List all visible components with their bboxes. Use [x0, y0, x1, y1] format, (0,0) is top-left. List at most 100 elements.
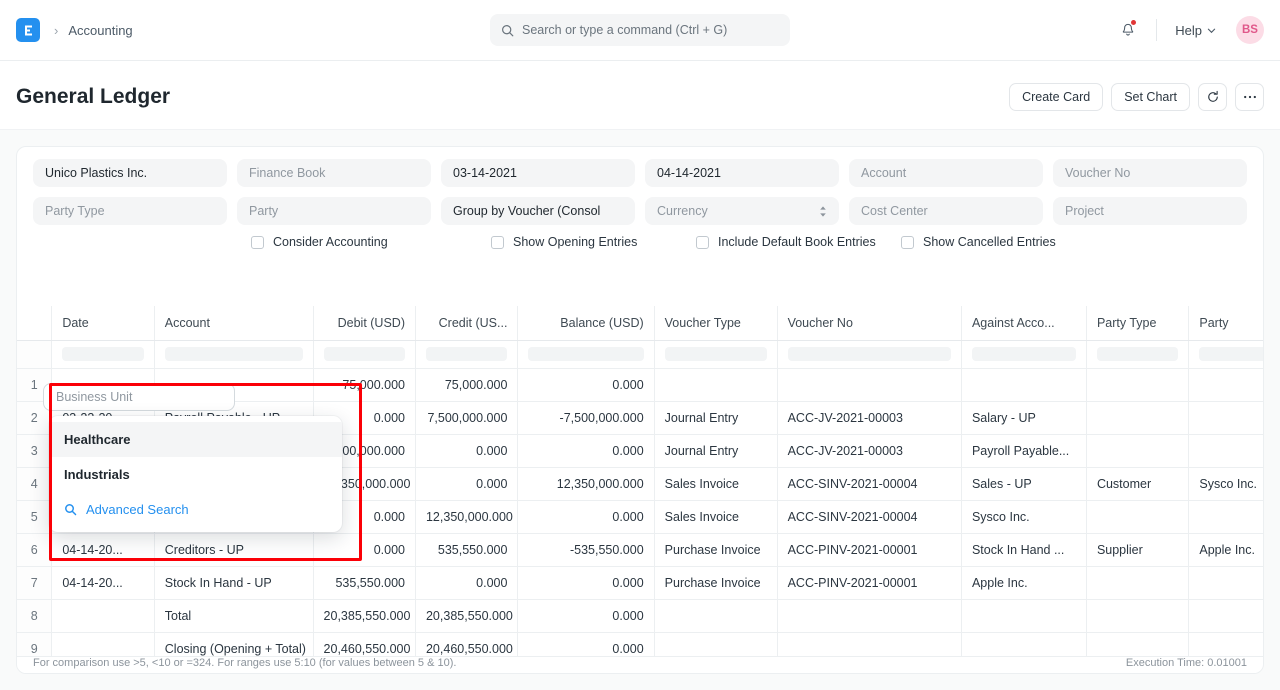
cell-party[interactable]: [1189, 566, 1263, 599]
cell-debit[interactable]: 20,385,550.000: [313, 599, 415, 632]
filter-project[interactable]: Project: [1053, 197, 1247, 225]
cell-voucher-type[interactable]: Purchase Invoice: [654, 566, 777, 599]
cell-balance[interactable]: 0.000: [518, 500, 654, 533]
cell-credit[interactable]: 7,500,000.000: [415, 401, 517, 434]
header-date[interactable]: Date: [52, 306, 154, 340]
cell-voucher-type[interactable]: Journal Entry: [654, 401, 777, 434]
spinner-icon[interactable]: [819, 205, 827, 218]
cell-party-type[interactable]: [1086, 401, 1188, 434]
cell-voucher-no[interactable]: ACC-PINV-2021-00001: [777, 533, 961, 566]
cell-credit[interactable]: 75,000.000: [415, 368, 517, 401]
filter-account[interactable]: Account: [849, 159, 1043, 187]
header-credit[interactable]: Credit (US...: [415, 306, 517, 340]
cell-balance[interactable]: 0.000: [518, 599, 654, 632]
filter-cell-voucher-type[interactable]: [654, 340, 777, 368]
business-unit-input[interactable]: [43, 383, 235, 411]
checkbox-show-cancelled-entries[interactable]: Show Cancelled Entries: [901, 235, 1106, 249]
filter-company[interactable]: Unico Plastics Inc.: [33, 159, 227, 187]
header-party[interactable]: Party: [1189, 306, 1263, 340]
cell-voucher-no[interactable]: ACC-SINV-2021-00004: [777, 467, 961, 500]
cell-credit[interactable]: 20,385,550.000: [415, 599, 517, 632]
header-party-type[interactable]: Party Type: [1086, 306, 1188, 340]
cell-against-account[interactable]: [961, 368, 1086, 401]
checkbox-include-default-book-entries[interactable]: Include Default Book Entries: [696, 235, 901, 249]
cell-balance[interactable]: 0.000: [518, 566, 654, 599]
set-chart-button[interactable]: Set Chart: [1111, 83, 1190, 111]
cell-party[interactable]: Sysco Inc.: [1189, 467, 1263, 500]
table-row[interactable]: 8Total20,385,550.00020,385,550.0000.000: [17, 599, 1263, 632]
cell-voucher-type[interactable]: Purchase Invoice: [654, 533, 777, 566]
header-voucher-no[interactable]: Voucher No: [777, 306, 961, 340]
cell-voucher-no[interactable]: ACC-JV-2021-00003: [777, 401, 961, 434]
cell-against-account[interactable]: Salary - UP: [961, 401, 1086, 434]
cell-credit[interactable]: 0.000: [415, 467, 517, 500]
cell-credit[interactable]: 535,550.000: [415, 533, 517, 566]
cell-voucher-no[interactable]: [777, 599, 961, 632]
create-card-button[interactable]: Create Card: [1009, 83, 1103, 111]
cell-voucher-no[interactable]: [777, 368, 961, 401]
filter-voucher-no[interactable]: Voucher No: [1053, 159, 1247, 187]
filter-finance-book[interactable]: Finance Book: [237, 159, 431, 187]
table-row[interactable]: 604-14-20...Creditors - UP0.000535,550.0…: [17, 533, 1263, 566]
cell-party-type[interactable]: [1086, 500, 1188, 533]
header-balance[interactable]: Balance (USD): [518, 306, 654, 340]
cell-voucher-type[interactable]: Journal Entry: [654, 434, 777, 467]
cell-date[interactable]: 04-14-20...: [52, 533, 154, 566]
cell-voucher-no[interactable]: ACC-SINV-2021-00004: [777, 500, 961, 533]
filter-cell-date[interactable]: [52, 340, 154, 368]
cell-voucher-type[interactable]: Sales Invoice: [654, 467, 777, 500]
global-search[interactable]: [490, 14, 790, 46]
more-menu-button[interactable]: [1235, 83, 1264, 111]
cell-party[interactable]: [1189, 401, 1263, 434]
cell-against-account[interactable]: Stock In Hand ...: [961, 533, 1086, 566]
cell-voucher-type[interactable]: Sales Invoice: [654, 500, 777, 533]
cell-debit[interactable]: 75,000.000: [313, 368, 415, 401]
header-voucher-type[interactable]: Voucher Type: [654, 306, 777, 340]
filter-currency[interactable]: Currency: [645, 197, 839, 225]
filter-party[interactable]: Party: [237, 197, 431, 225]
cell-voucher-no[interactable]: ACC-PINV-2021-00001: [777, 566, 961, 599]
cell-account[interactable]: Creditors - UP: [154, 533, 313, 566]
cell-against-account[interactable]: Payroll Payable...: [961, 434, 1086, 467]
cell-balance[interactable]: -7,500,000.000: [518, 401, 654, 434]
avatar[interactable]: BS: [1236, 16, 1264, 44]
dropdown-option-healthcare[interactable]: Healthcare: [49, 422, 342, 457]
filter-cell-credit[interactable]: [415, 340, 517, 368]
filter-cell-party-type[interactable]: [1086, 340, 1188, 368]
filter-cell-party[interactable]: [1189, 340, 1263, 368]
filter-cell-against[interactable]: [961, 340, 1086, 368]
cell-against-account[interactable]: Apple Inc.: [961, 566, 1086, 599]
filter-group-by[interactable]: Group by Voucher (Consol: [441, 197, 635, 225]
filter-cost-center[interactable]: Cost Center: [849, 197, 1043, 225]
cell-party-type[interactable]: [1086, 434, 1188, 467]
help-menu-button[interactable]: Help: [1169, 19, 1222, 42]
advanced-search-option[interactable]: Advanced Search: [49, 492, 342, 526]
cell-against-account[interactable]: [961, 599, 1086, 632]
cell-date[interactable]: [52, 599, 154, 632]
cell-party-type[interactable]: [1086, 368, 1188, 401]
cell-voucher-type[interactable]: [654, 368, 777, 401]
breadcrumb-accounting[interactable]: Accounting: [68, 23, 132, 38]
cell-party-type[interactable]: Customer: [1086, 467, 1188, 500]
cell-credit[interactable]: 0.000: [415, 566, 517, 599]
filter-cell-voucher-no[interactable]: [777, 340, 961, 368]
dropdown-option-industrials[interactable]: Industrials: [49, 457, 342, 492]
cell-party-type[interactable]: Supplier: [1086, 533, 1188, 566]
cell-credit[interactable]: 12,350,000.000: [415, 500, 517, 533]
checkbox-consider-accounting[interactable]: Consider Accounting: [251, 235, 491, 249]
cell-balance[interactable]: -535,550.000: [518, 533, 654, 566]
refresh-button[interactable]: [1198, 83, 1227, 111]
cell-party-type[interactable]: [1086, 599, 1188, 632]
cell-account[interactable]: Total: [154, 599, 313, 632]
cell-balance[interactable]: 0.000: [518, 434, 654, 467]
header-against-account[interactable]: Against Acco...: [961, 306, 1086, 340]
cell-voucher-type[interactable]: [654, 599, 777, 632]
search-input[interactable]: [522, 23, 779, 37]
cell-balance[interactable]: 0.000: [518, 368, 654, 401]
filter-cell-balance[interactable]: [518, 340, 654, 368]
cell-party[interactable]: [1189, 434, 1263, 467]
header-debit[interactable]: Debit (USD): [313, 306, 415, 340]
cell-party-type[interactable]: [1086, 566, 1188, 599]
filter-cell-debit[interactable]: [313, 340, 415, 368]
filter-cell-account[interactable]: [154, 340, 313, 368]
